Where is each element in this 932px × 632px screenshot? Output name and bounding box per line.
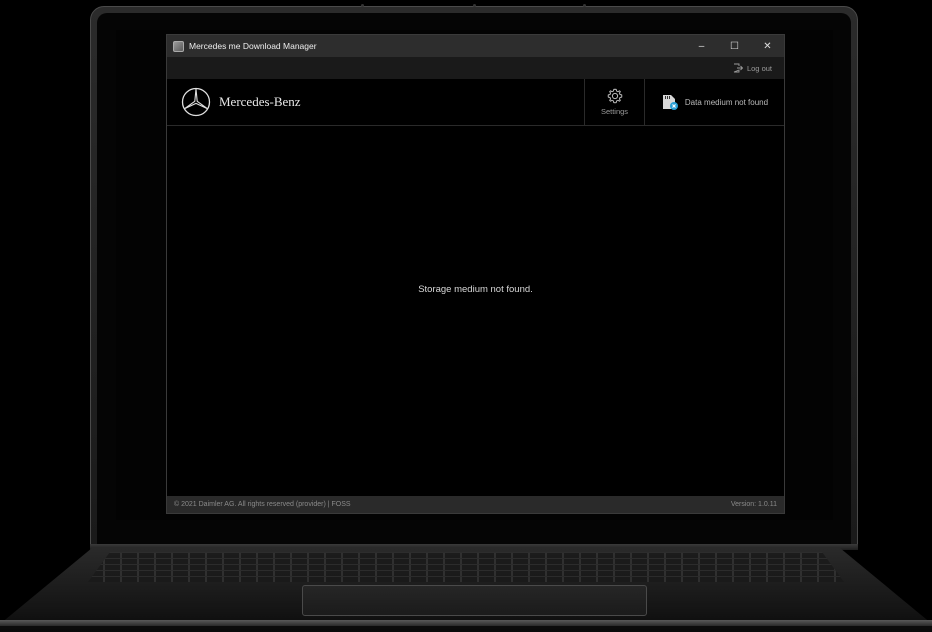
laptop-keyboard: [88, 552, 844, 582]
window-title: Mercedes me Download Manager: [189, 41, 317, 51]
app-header: Mercedes-Benz Settings Data medium not f…: [167, 79, 784, 126]
settings-button[interactable]: Settings: [584, 79, 644, 125]
minimize-button[interactable]: –: [685, 35, 718, 57]
footer: © 2021 Daimler AG. All rights reserved (…: [167, 496, 784, 513]
data-medium-label: Data medium not found: [684, 97, 769, 107]
camera-dot: [583, 4, 586, 7]
logout-icon: [733, 63, 743, 73]
app-icon: [173, 40, 184, 52]
window-titlebar[interactable]: Mercedes me Download Manager – ☐ ✕: [167, 35, 784, 57]
window-controls: – ☐ ✕: [685, 35, 784, 57]
camera-dot: [361, 4, 364, 7]
maximize-button[interactable]: ☐: [718, 35, 751, 57]
logout-label: Log out: [746, 63, 772, 73]
settings-label: Settings: [600, 107, 629, 116]
laptop-base-edge: [0, 620, 932, 626]
data-medium-status[interactable]: Data medium not found: [644, 79, 784, 125]
status-message: Storage medium not found.: [418, 283, 533, 295]
app-window: Mercedes me Download Manager – ☐ ✕ Log o…: [166, 34, 785, 514]
brand: Mercedes-Benz: [167, 79, 584, 125]
main-content: Storage medium not found.: [167, 126, 784, 496]
copyright-text[interactable]: © 2021 Daimler AG. All rights reserved (…: [174, 501, 351, 508]
version-text: Version: 1.0.11: [730, 501, 777, 508]
brand-name: Mercedes-Benz: [219, 94, 301, 109]
logout-button[interactable]: Log out: [733, 63, 772, 73]
close-button[interactable]: ✕: [751, 35, 784, 57]
mercedes-star-icon: [181, 87, 211, 117]
laptop-trackpad: [302, 585, 647, 616]
sd-card-icon: [662, 95, 678, 110]
camera-dot: [473, 4, 476, 7]
gear-icon: [607, 88, 622, 104]
account-bar: Log out: [167, 57, 784, 79]
